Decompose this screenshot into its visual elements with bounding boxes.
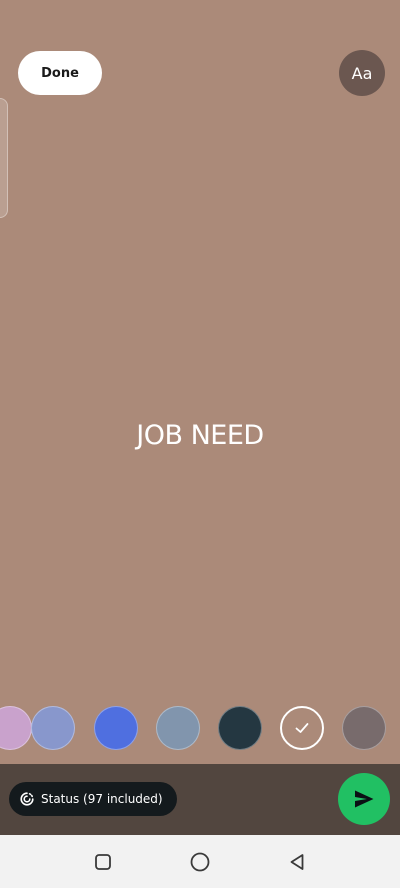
color-swatch-blue[interactable]	[94, 706, 138, 750]
color-swatch-lilac[interactable]	[0, 706, 32, 750]
status-canvas[interactable]: Done Aa JOB NEED	[0, 0, 400, 764]
done-button[interactable]: Done	[18, 51, 102, 95]
circle-icon	[190, 852, 210, 872]
nav-back-button[interactable]	[284, 849, 310, 875]
status-audience-button[interactable]: Status (97 included)	[9, 782, 177, 816]
nav-recents-button[interactable]	[90, 849, 116, 875]
status-audience-label: Status (97 included)	[41, 792, 163, 806]
checkmark-icon	[295, 723, 309, 733]
color-swatch-selected[interactable]	[280, 706, 324, 750]
color-swatch-slate[interactable]	[156, 706, 200, 750]
status-text[interactable]: JOB NEED	[0, 420, 400, 451]
color-swatch-periwinkle[interactable]	[31, 706, 75, 750]
color-swatch-mauve[interactable]	[342, 706, 386, 750]
triangle-back-icon	[290, 854, 304, 870]
send-button[interactable]	[338, 773, 390, 825]
send-arrow-icon	[355, 790, 374, 808]
nav-home-button[interactable]	[187, 849, 213, 875]
color-swatch-dark-teal[interactable]	[218, 706, 262, 750]
system-navigation-bar	[0, 835, 400, 888]
status-ring-icon	[20, 792, 34, 806]
side-drawer-handle[interactable]	[0, 98, 8, 218]
font-style-button[interactable]: Aa	[339, 50, 385, 96]
square-icon	[95, 854, 111, 870]
